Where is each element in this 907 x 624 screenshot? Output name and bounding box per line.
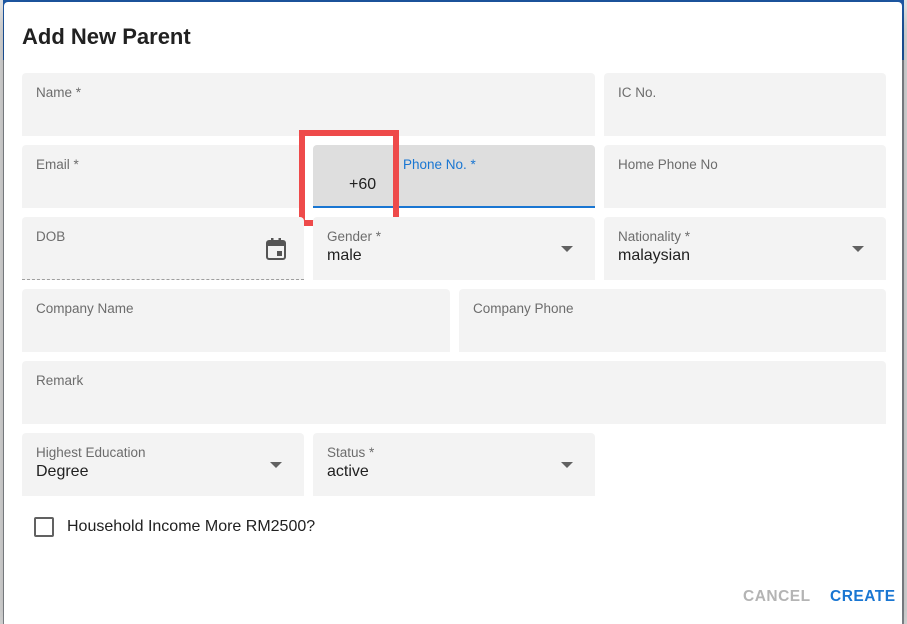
home-phone-label: Home Phone No	[618, 157, 718, 172]
email-label: Email *	[36, 157, 79, 172]
create-button[interactable]: CREATE	[830, 588, 896, 606]
status-label: Status *	[327, 445, 375, 460]
chevron-down-icon[interactable]	[561, 246, 573, 252]
nationality-select[interactable]: Nationality * malaysian	[604, 217, 886, 280]
highest-education-label: Highest Education	[36, 445, 146, 460]
dob-label: DOB	[36, 229, 66, 244]
cancel-button[interactable]: CANCEL	[743, 588, 811, 606]
gender-label: Gender *	[327, 229, 382, 244]
gender-value: male	[327, 247, 362, 264]
dialog-title: Add New Parent	[22, 24, 191, 49]
household-income-checkbox[interactable]	[34, 517, 54, 537]
gender-select[interactable]: Gender * male	[313, 217, 595, 280]
ic-no-label: IC No.	[618, 85, 657, 100]
remark-label: Remark	[36, 373, 84, 388]
chevron-down-icon[interactable]	[852, 246, 864, 252]
phone-prefix-highlight	[299, 130, 399, 226]
nationality-label: Nationality *	[618, 229, 691, 244]
chevron-down-icon[interactable]	[270, 462, 282, 468]
backdrop-edge-left	[0, 0, 3, 624]
chevron-down-icon[interactable]	[561, 462, 573, 468]
calendar-icon[interactable]	[265, 237, 287, 261]
company-name-label: Company Name	[36, 301, 134, 316]
dob-field[interactable]: DOB	[22, 217, 304, 280]
company-name-field[interactable]: Company Name	[22, 289, 450, 352]
household-income-label[interactable]: Household Income More RM2500?	[67, 518, 315, 536]
email-field[interactable]: Email *	[22, 145, 304, 208]
add-parent-dialog: Add New Parent Name * IC No. Email * +60…	[4, 2, 902, 624]
company-phone-label: Company Phone	[473, 301, 574, 316]
status-select[interactable]: Status * active	[313, 433, 595, 496]
home-phone-field[interactable]: Home Phone No	[604, 145, 886, 208]
phone-label: Phone No. *	[403, 157, 476, 172]
nationality-value: malaysian	[618, 247, 691, 264]
status-value: active	[327, 463, 369, 480]
highest-education-value: Degree	[36, 463, 89, 480]
remark-field[interactable]: Remark	[22, 361, 886, 424]
name-field[interactable]: Name *	[22, 73, 595, 136]
ic-no-field[interactable]: IC No.	[604, 73, 886, 136]
highest-education-select[interactable]: Highest Education Degree	[22, 433, 304, 496]
name-label: Name *	[36, 85, 82, 100]
company-phone-field[interactable]: Company Phone	[459, 289, 886, 352]
